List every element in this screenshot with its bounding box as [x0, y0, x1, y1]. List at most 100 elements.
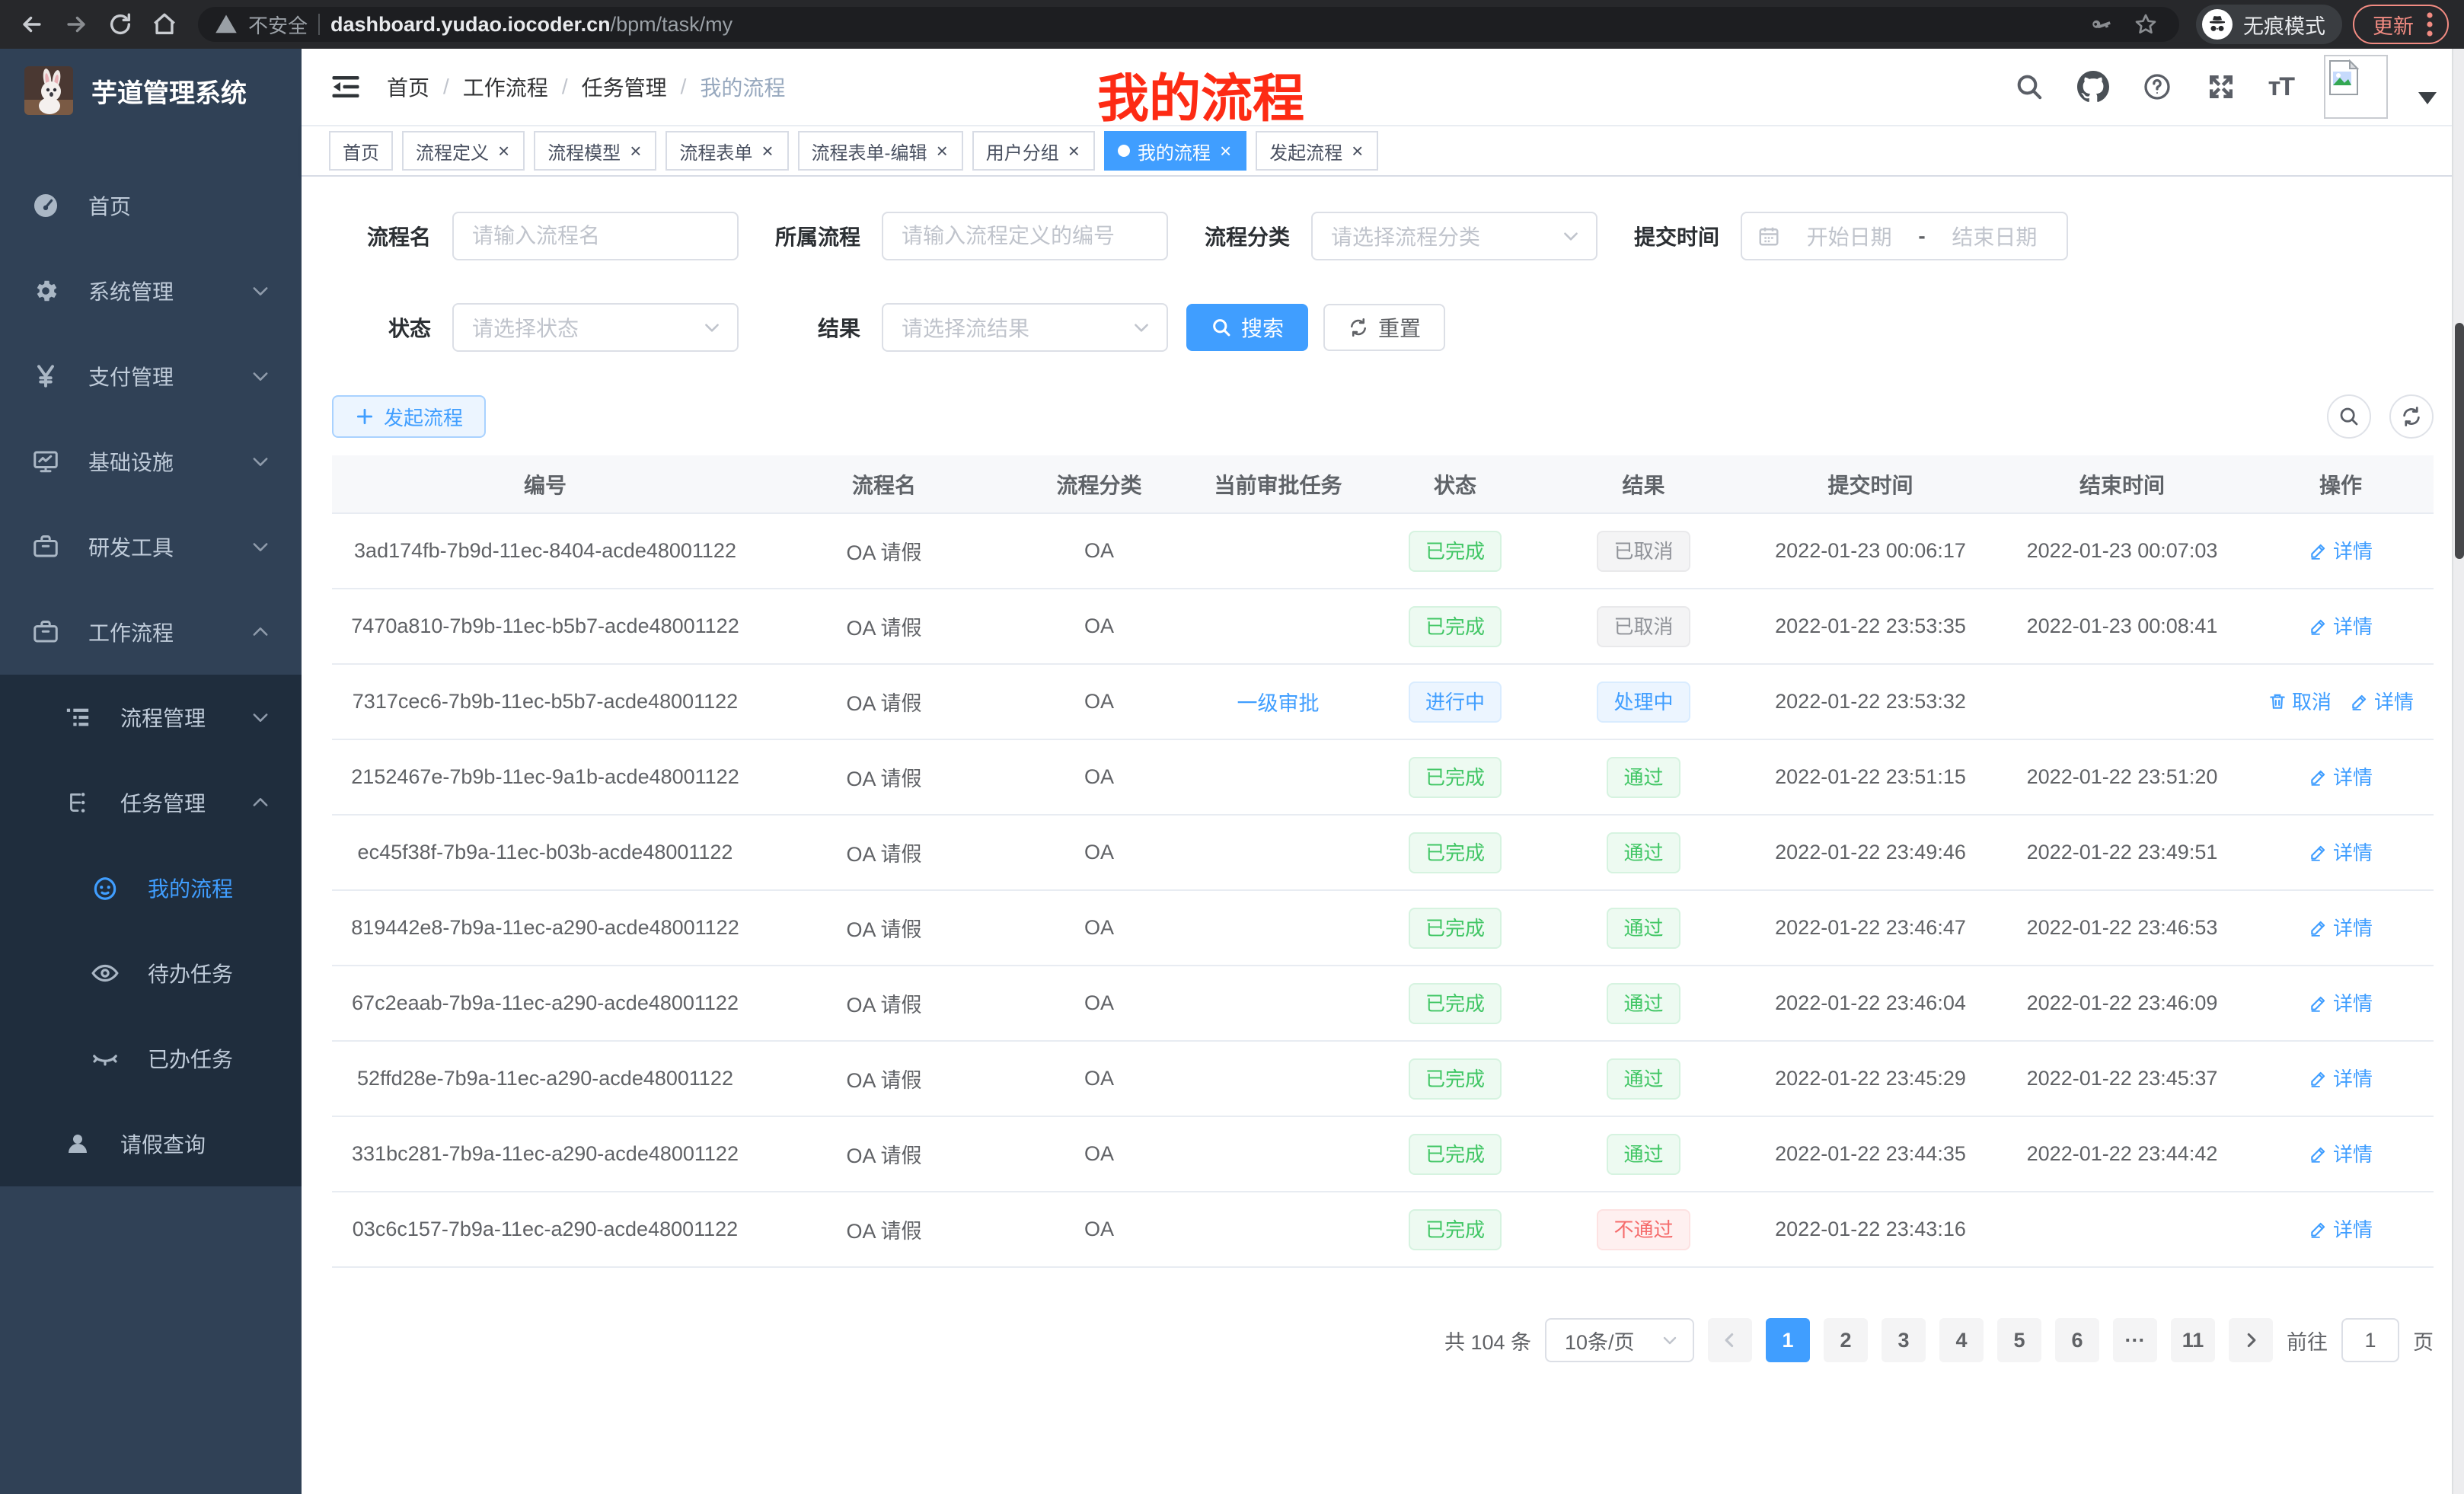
detail-button[interactable]: 详情 — [2309, 1064, 2373, 1092]
sidebar-item-10[interactable]: 已办任务 — [0, 1016, 302, 1101]
process-table: 编号流程名流程分类当前审批任务状态结果提交时间结束时间操作 3ad174fb-7… — [332, 455, 2434, 1268]
detail-button[interactable]: 详情 — [2309, 988, 2373, 1017]
page-button-6[interactable]: 6 — [2055, 1318, 2099, 1362]
more-pages-button[interactable]: ··· — [2113, 1318, 2157, 1362]
tab-4[interactable]: 流程表单-编辑× — [798, 131, 963, 171]
category-placeholder: 请选择流程分类 — [1331, 221, 1480, 251]
detail-button[interactable]: 详情 — [2309, 536, 2373, 564]
task-link[interactable]: 一级审批 — [1237, 692, 1320, 715]
sidebar-item-3[interactable]: 基础设施 — [0, 419, 302, 504]
github-icon[interactable] — [2076, 70, 2110, 104]
key-icon[interactable] — [2085, 8, 2118, 41]
cell-submit-time: 2022-01-23 00:06:17 — [1744, 513, 1996, 589]
detail-button[interactable]: 详情 — [2309, 838, 2373, 866]
close-icon[interactable]: × — [1350, 141, 1364, 161]
page-size-select[interactable]: 10条/页 — [1545, 1318, 1694, 1362]
plus-icon — [355, 407, 375, 426]
sidebar-item-5[interactable]: 工作流程 — [0, 589, 302, 675]
detail-button[interactable]: 详情 — [2309, 611, 2373, 640]
scrollbar-thumb[interactable] — [2455, 323, 2464, 559]
close-icon[interactable]: × — [496, 141, 511, 161]
search-button[interactable]: 搜索 — [1186, 304, 1308, 351]
update-label: 更新 — [2373, 10, 2414, 40]
sidebar-item-2[interactable]: 支付管理 — [0, 334, 302, 419]
page-button-5[interactable]: 5 — [1997, 1318, 2041, 1362]
close-icon[interactable]: × — [760, 141, 774, 161]
name-input[interactable] — [454, 213, 737, 259]
font-size-icon[interactable]: тT — [2268, 72, 2293, 102]
update-button[interactable]: 更新 — [2353, 5, 2449, 44]
cell-submit-time: 2022-01-22 23:49:46 — [1744, 815, 1996, 890]
page-button-1[interactable]: 1 — [1766, 1318, 1810, 1362]
tab-2[interactable]: 流程模型× — [534, 131, 656, 171]
goto-page-input[interactable] — [2341, 1318, 2399, 1362]
tab-1[interactable]: 流程定义× — [402, 131, 525, 171]
column-header: 流程分类 — [1010, 455, 1189, 513]
navbar-actions: тT — [2012, 55, 2437, 119]
sidebar-item-11[interactable]: 请假查询 — [0, 1101, 302, 1186]
page-scrollbar[interactable] — [2452, 49, 2464, 1494]
chevron-left-icon — [1720, 1330, 1740, 1350]
detail-button[interactable]: 详情 — [2309, 913, 2373, 941]
create-process-button[interactable]: 发起流程 — [332, 395, 486, 438]
submit-time-range[interactable]: 开始日期 - 结束日期 — [1741, 212, 2068, 260]
fullscreen-icon[interactable] — [2204, 70, 2238, 104]
hamburger-icon[interactable] — [329, 70, 362, 104]
prev-page-button[interactable] — [1708, 1318, 1752, 1362]
show-search-button[interactable] — [2327, 394, 2371, 439]
detail-button[interactable]: 详情 — [2309, 1215, 2373, 1243]
detail-button[interactable]: 详情 — [2309, 1139, 2373, 1167]
help-icon[interactable] — [2140, 70, 2174, 104]
detail-button[interactable]: 详情 — [2350, 687, 2414, 715]
breadcrumb-item[interactable]: 工作流程 — [463, 72, 548, 102]
page-button-11[interactable]: 11 — [2171, 1318, 2215, 1362]
avatar[interactable] — [2324, 55, 2388, 119]
tab-6[interactable]: 我的流程× — [1104, 131, 1246, 171]
page-button-2[interactable]: 2 — [1824, 1318, 1868, 1362]
page-button-4[interactable]: 4 — [1939, 1318, 1984, 1362]
star-icon[interactable] — [2129, 8, 2162, 41]
sidebar-item-8[interactable]: 我的流程 — [0, 845, 302, 931]
status-select[interactable]: 请选择状态 — [452, 303, 739, 352]
home-icon[interactable] — [148, 8, 181, 41]
sidebar-item-1[interactable]: 系统管理 — [0, 248, 302, 334]
reload-icon[interactable] — [104, 8, 137, 41]
tab-5[interactable]: 用户分组× — [972, 131, 1095, 171]
cancel-button[interactable]: 取消 — [2268, 687, 2332, 715]
page-button-3[interactable]: 3 — [1882, 1318, 1926, 1362]
column-header: 编号 — [332, 455, 758, 513]
result-tag: 通过 — [1607, 1134, 1680, 1175]
tab-0[interactable]: 首页 — [329, 131, 393, 171]
breadcrumb: 首页/工作流程/任务管理/我的流程 — [387, 72, 785, 102]
sidebar-item-0[interactable]: 首页 — [0, 163, 302, 248]
chevron-down-icon[interactable] — [2418, 92, 2437, 104]
back-icon[interactable] — [15, 8, 49, 41]
close-icon[interactable]: × — [1067, 141, 1081, 161]
breadcrumb-item[interactable]: 任务管理 — [582, 72, 667, 102]
detail-button[interactable]: 详情 — [2309, 762, 2373, 790]
url-bar[interactable]: 不安全 dashboard.yudao.iocoder.cn/bpm/task/… — [198, 7, 2179, 42]
refresh-button[interactable] — [2389, 394, 2434, 439]
result-tag: 通过 — [1607, 1058, 1680, 1100]
tab-3[interactable]: 流程表单× — [665, 131, 788, 171]
category-select[interactable]: 请选择流程分类 — [1311, 212, 1597, 260]
definition-input[interactable] — [883, 213, 1167, 259]
menu-dots-icon[interactable] — [2426, 11, 2434, 38]
app-logo[interactable]: 芋道管理系统 — [0, 49, 302, 132]
sidebar-item-7[interactable]: 任务管理 — [0, 760, 302, 845]
result-select[interactable]: 请选择流结果 — [882, 303, 1168, 352]
cell-end-time: 2022-01-22 23:49:51 — [1996, 815, 2248, 890]
sidebar-item-9[interactable]: 待办任务 — [0, 931, 302, 1016]
tab-7[interactable]: 发起流程× — [1256, 131, 1378, 171]
table-row: 52ffd28e-7b9a-11ec-a290-acde48001122OA 请… — [332, 1041, 2434, 1116]
search-icon[interactable] — [2012, 70, 2046, 104]
sidebar-item-4[interactable]: 研发工具 — [0, 504, 302, 589]
breadcrumb-item[interactable]: 首页 — [387, 72, 429, 102]
forward-icon[interactable] — [59, 8, 93, 41]
close-icon[interactable]: × — [935, 141, 950, 161]
reset-button[interactable]: 重置 — [1323, 304, 1445, 351]
close-icon[interactable]: × — [1218, 141, 1233, 161]
close-icon[interactable]: × — [628, 141, 643, 161]
next-page-button[interactable] — [2229, 1318, 2273, 1362]
sidebar-item-6[interactable]: 流程管理 — [0, 675, 302, 760]
